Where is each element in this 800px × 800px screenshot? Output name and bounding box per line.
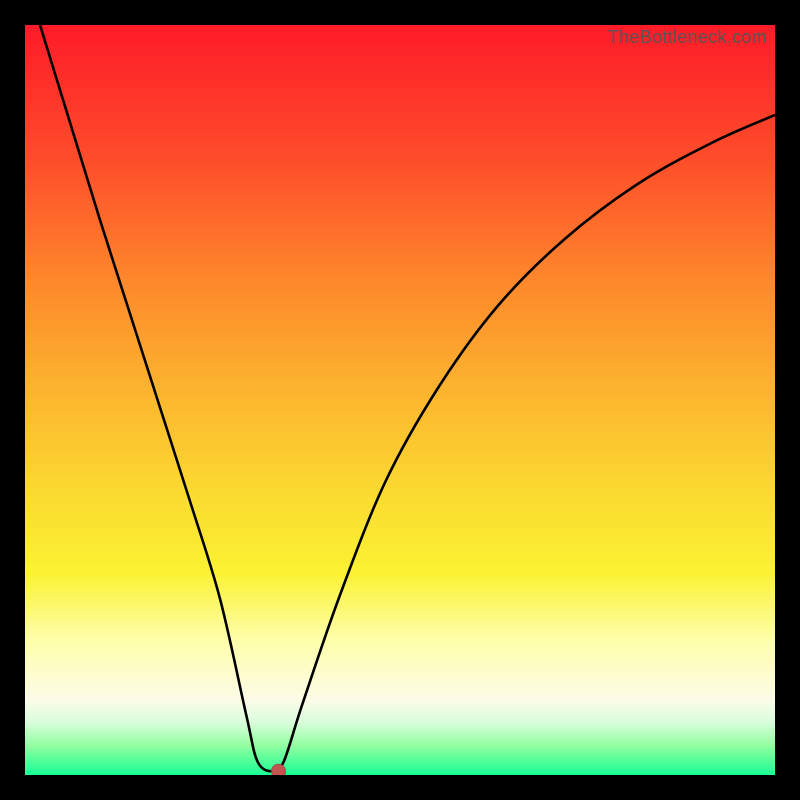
optimal-point-marker [272, 764, 286, 775]
plot-area: TheBottleneck.com [25, 25, 775, 775]
bottleneck-curve [40, 25, 775, 771]
watermark-text: TheBottleneck.com [608, 27, 767, 48]
chart-frame: TheBottleneck.com [0, 0, 800, 800]
chart-svg [25, 25, 775, 775]
